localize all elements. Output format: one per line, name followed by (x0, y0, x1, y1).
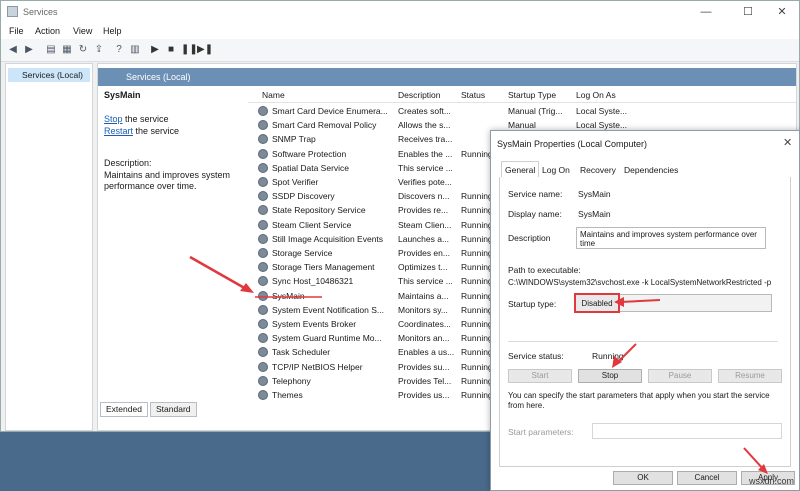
annotation-arrows (189, 255, 768, 474)
arrow-to-apply (743, 447, 765, 471)
arrow-head-stop (612, 356, 622, 368)
arrow-to-sysmain (189, 255, 249, 292)
arrow-to-disabled (619, 299, 661, 303)
arrow-head-disabled (614, 297, 624, 307)
